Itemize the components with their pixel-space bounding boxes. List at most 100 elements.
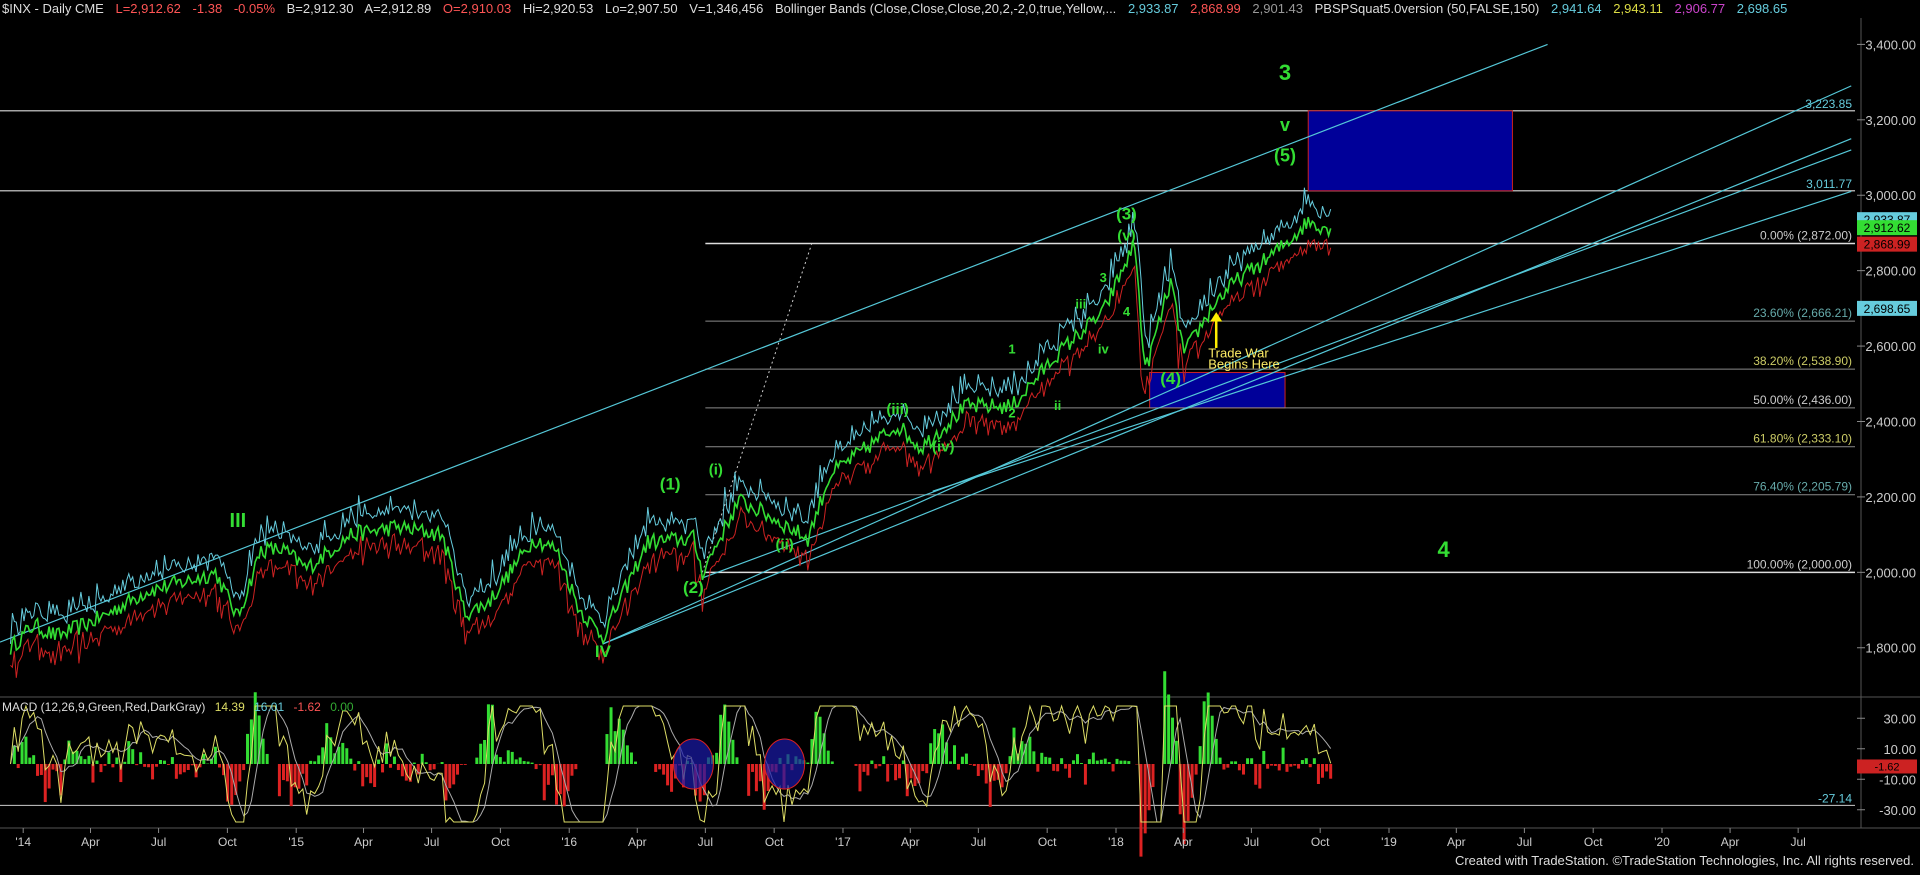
- wave-label: 3: [1279, 60, 1291, 85]
- fib-label: 61.80% (2,333.10): [1753, 432, 1852, 446]
- y-tick-label: 2,200.00: [1865, 490, 1916, 505]
- macd-tag-label: -1.62: [1874, 761, 1899, 773]
- price-tag-label: 2,868.99: [1864, 238, 1911, 252]
- wave-label: III: [230, 510, 247, 532]
- price-tag-label: 2,698.65: [1864, 302, 1911, 316]
- wave-label: ii: [1054, 398, 1061, 413]
- y-tick-label: 2,000.00: [1865, 565, 1916, 580]
- squat-v3: 2,906.77: [1674, 1, 1726, 16]
- x-tick-label: Jul: [1244, 835, 1259, 849]
- x-tick-label: Oct: [1584, 835, 1603, 849]
- x-tick-label: '20: [1654, 835, 1670, 849]
- macd-highlight-ellipse: [764, 738, 806, 790]
- price-tag-label: 2,912.62: [1864, 221, 1911, 235]
- channel-line: [0, 43, 1548, 643]
- level-label: 3,011.77: [1806, 177, 1852, 191]
- low-value: Lo=2,907.50: [604, 1, 678, 16]
- ask-value: A=2,912.89: [364, 1, 432, 16]
- macd-level-label: -27.14: [1818, 791, 1852, 805]
- bid-value: B=2,912.30: [286, 1, 354, 16]
- fib-label: 50.00% (2,436.00): [1753, 393, 1852, 407]
- fib-label: 23.60% (2,666.21): [1753, 306, 1852, 320]
- y-tick-label: 2,600.00: [1865, 339, 1916, 354]
- wave-label: (2): [683, 578, 704, 597]
- macd-v4: 0.00: [330, 700, 354, 714]
- x-tick-label: Apr: [81, 835, 100, 849]
- credit-text: Created with TradeStation. ©TradeStation…: [1454, 853, 1914, 868]
- y-tick-label: 3,200.00: [1865, 113, 1916, 128]
- x-tick-label: Apr: [1174, 835, 1193, 849]
- wave-label: 3: [1100, 270, 1107, 285]
- wave-label: v: [1280, 115, 1290, 135]
- bollinger-lower-line: [10, 238, 1332, 678]
- macd-v2: 16.01: [254, 700, 285, 714]
- price-chart[interactable]: 1,800.00 2,000.00 2,200.00 2,400.00 2,600.00…: [0, 0, 1920, 870]
- x-tick-label: Jul: [424, 835, 439, 849]
- high-value: Hi=2,920.53: [522, 1, 594, 16]
- x-tick-label: '14: [15, 835, 31, 849]
- macd-highlight-ellipse: [672, 738, 714, 790]
- wave-label: (5): [1274, 145, 1296, 165]
- wave-label: (ii): [775, 537, 793, 554]
- wave-label: (3): [1116, 205, 1137, 224]
- wave-label: (v): [1117, 227, 1135, 244]
- y-tick-label: 1,800.00: [1865, 641, 1916, 656]
- trade-war-arrowhead: [1210, 312, 1223, 322]
- fib-label: 38.20% (2,538.90): [1753, 354, 1852, 368]
- squat-v2: 2,943.11: [1613, 1, 1663, 16]
- x-tick-label: '18: [1108, 835, 1124, 849]
- macd-header: MACD (12,26,9,Green,Red,DarkGray) 14.39 …: [2, 700, 360, 714]
- x-tick-label: Apr: [1721, 835, 1740, 849]
- x-tick-label: Apr: [901, 835, 920, 849]
- y-tick-label: 2,800.00: [1865, 264, 1916, 279]
- change-pct: -0.05%: [233, 1, 276, 16]
- open-value: O=2,910.03: [442, 1, 512, 16]
- squat-label: PBSPSquat5.0version (50,FALSE,150): [1314, 1, 1540, 16]
- bollinger-upper-line: [10, 187, 1332, 644]
- wave-label: iv: [1098, 342, 1110, 357]
- x-tick-label: Oct: [1311, 835, 1330, 849]
- y-tick-label: 3,400.00: [1865, 37, 1916, 52]
- fib-label: 0.00% (2,872.00): [1760, 229, 1852, 243]
- change-value: -1.38: [192, 1, 223, 16]
- macd-label: MACD (12,26,9,Green,Red,DarkGray): [2, 700, 206, 714]
- x-tick-label: Oct: [765, 835, 784, 849]
- target-box: [1307, 110, 1513, 192]
- wave-label: 2: [1008, 406, 1015, 421]
- x-tick-label: Apr: [1447, 835, 1466, 849]
- bollinger-lower: 2,868.99: [1190, 1, 1241, 16]
- x-tick-label: Oct: [218, 835, 237, 849]
- annotation-text: Begins Here: [1208, 357, 1280, 372]
- y-tick-label: 3,000.00: [1865, 188, 1916, 203]
- chart-header: $INX - Daily CME L=2,912.62 -1.38 -0.05%…: [2, 1, 1795, 16]
- macd-v3: -1.62: [293, 700, 321, 714]
- x-tick-label: Oct: [491, 835, 510, 849]
- volume-value: V=1,346,456: [689, 1, 764, 16]
- wave-label: (1): [660, 474, 681, 493]
- wave-label: (iv): [932, 439, 955, 456]
- wave-label: iii: [1075, 296, 1086, 311]
- macd-y-tick-label: -10.00: [1879, 772, 1916, 787]
- symbol-label: $INX - Daily CME: [2, 1, 104, 16]
- chart-root: 1,800.00 2,000.00 2,200.00 2,400.00 2,600.00…: [0, 0, 1920, 870]
- x-tick-label: '17: [835, 835, 851, 849]
- x-tick-label: Jul: [698, 835, 713, 849]
- fib-label: 100.00% (2,000.00): [1747, 557, 1852, 571]
- x-tick-label: Jul: [971, 835, 986, 849]
- macd-y-tick-label: -30.00: [1879, 803, 1916, 818]
- x-tick-label: Jul: [1790, 835, 1805, 849]
- squat-v1: 2,941.64: [1551, 1, 1602, 16]
- channel-line: [602, 138, 1852, 645]
- x-tick-label: Oct: [1038, 835, 1057, 849]
- macd-v1: 14.39: [214, 700, 245, 714]
- x-tick-label: Jul: [1517, 835, 1532, 849]
- x-tick-label: '15: [288, 835, 304, 849]
- y-tick-label: 2,400.00: [1865, 414, 1916, 429]
- price-line: [9, 216, 1332, 655]
- wave-label: 4: [1437, 537, 1450, 562]
- wave-label: (iii): [886, 401, 909, 418]
- bollinger-mid: 2,901.43: [1252, 1, 1304, 16]
- wave-label: 1: [1008, 342, 1015, 357]
- x-tick-label: Apr: [354, 835, 373, 849]
- wave-label: 4: [1123, 304, 1131, 319]
